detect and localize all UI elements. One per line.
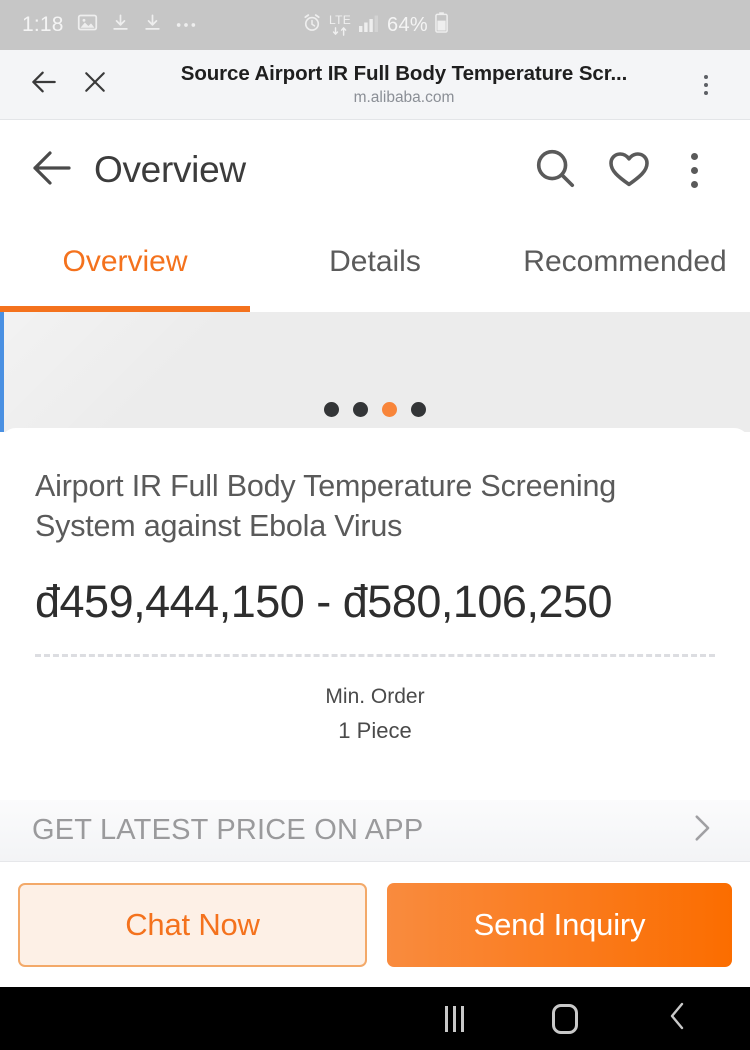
android-navigation-bar bbox=[0, 987, 750, 1050]
lte-icon: LTE bbox=[329, 14, 351, 36]
download-icon bbox=[111, 12, 130, 38]
carousel-left-edge bbox=[0, 312, 4, 432]
bottom-action-bar: Chat Now Send Inquiry bbox=[0, 863, 750, 987]
overflow-menu-icon bbox=[704, 74, 708, 95]
price-divider bbox=[35, 654, 715, 657]
signal-bars-icon bbox=[358, 14, 380, 37]
carousel-dot-active[interactable] bbox=[382, 402, 397, 417]
chat-now-button[interactable]: Chat Now bbox=[18, 883, 367, 967]
carousel-dot[interactable] bbox=[411, 402, 426, 417]
min-order-block: Min. Order 1 Piece bbox=[35, 685, 715, 744]
product-image-carousel[interactable] bbox=[0, 312, 750, 432]
carousel-pagination-dots bbox=[324, 402, 426, 417]
chrome-overflow-menu-button[interactable] bbox=[684, 74, 728, 95]
send-inquiry-label: Send Inquiry bbox=[473, 907, 646, 942]
tab-details-label: Details bbox=[329, 245, 421, 278]
min-order-value: 1 Piece bbox=[338, 718, 412, 743]
chrome-close-button[interactable] bbox=[66, 67, 124, 102]
home-icon[interactable] bbox=[552, 1003, 578, 1034]
back-arrow-icon bbox=[28, 66, 60, 103]
tab-recommended-label: Recommended bbox=[523, 245, 727, 278]
search-icon bbox=[532, 145, 578, 196]
app-back-button[interactable] bbox=[28, 144, 88, 197]
product-info-card: Airport IR Full Body Temperature Screeni… bbox=[0, 428, 750, 800]
app-overflow-menu-button[interactable] bbox=[666, 152, 722, 188]
back-arrow-icon bbox=[28, 144, 76, 197]
status-time: 1:18 bbox=[22, 13, 64, 36]
battery-percent: 64% bbox=[387, 13, 428, 36]
chrome-back-button[interactable] bbox=[22, 66, 66, 103]
search-button[interactable] bbox=[518, 145, 592, 196]
product-title: Airport IR Full Body Temperature Screeni… bbox=[35, 469, 616, 543]
lte-label: LTE bbox=[329, 13, 352, 27]
status-bar: 1:18 LTE 64% bbox=[0, 0, 750, 50]
carousel-dot[interactable] bbox=[353, 402, 368, 417]
close-icon bbox=[80, 67, 110, 102]
product-price-range: đ459,444,150 - đ580,106,250 bbox=[35, 576, 613, 627]
favorite-button[interactable] bbox=[592, 144, 666, 197]
download-icon bbox=[143, 12, 162, 38]
chrome-title-block[interactable]: Source Airport IR Full Body Temperature … bbox=[124, 62, 684, 107]
status-bar-right: LTE 64% bbox=[302, 12, 448, 38]
tab-details[interactable]: Details bbox=[250, 220, 500, 312]
min-order-label: Min. Order bbox=[325, 685, 425, 708]
recents-icon[interactable] bbox=[445, 1005, 464, 1032]
carousel-dot[interactable] bbox=[324, 402, 339, 417]
ellipsis-icon bbox=[175, 16, 197, 34]
get-latest-price-label: GET LATEST PRICE ON APP bbox=[32, 814, 424, 846]
page-title: Overview bbox=[94, 149, 246, 190]
alarm-icon bbox=[302, 13, 322, 38]
chat-now-label: Chat Now bbox=[125, 907, 260, 942]
tab-bar: Overview Details Recommended bbox=[0, 220, 750, 312]
browser-chrome-bar: Source Airport IR Full Body Temperature … bbox=[0, 50, 750, 120]
tab-overview[interactable]: Overview bbox=[0, 220, 250, 312]
send-inquiry-button[interactable]: Send Inquiry bbox=[387, 883, 732, 967]
tab-overview-label: Overview bbox=[62, 245, 188, 278]
heart-icon bbox=[605, 144, 653, 197]
battery-icon bbox=[435, 12, 448, 38]
tab-recommended[interactable]: Recommended bbox=[500, 220, 750, 312]
back-chevron-icon[interactable] bbox=[666, 1001, 690, 1036]
overflow-menu-icon bbox=[690, 152, 698, 188]
get-latest-price-row[interactable]: GET LATEST PRICE ON APP bbox=[0, 800, 750, 862]
status-bar-left: 1:18 bbox=[22, 12, 197, 38]
chevron-right-icon bbox=[684, 811, 718, 850]
app-header: Overview bbox=[0, 120, 750, 220]
chrome-page-title: Source Airport IR Full Body Temperature … bbox=[180, 62, 628, 85]
image-icon bbox=[77, 12, 98, 38]
chrome-page-domain: m.alibaba.com bbox=[353, 89, 455, 106]
